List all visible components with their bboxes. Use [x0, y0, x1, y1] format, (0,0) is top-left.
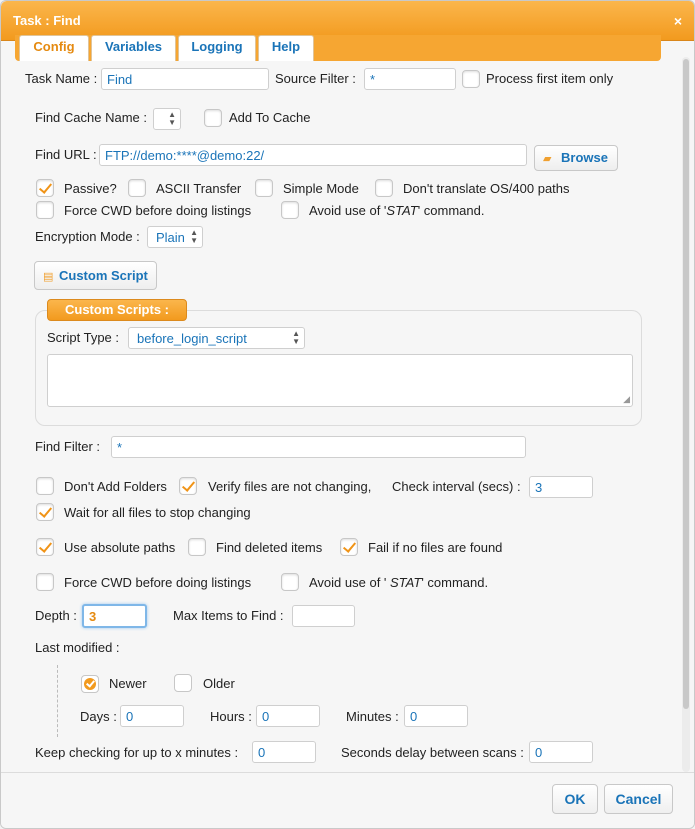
tab-config[interactable]: Config — [19, 35, 89, 61]
passive-label: Passive? — [64, 181, 117, 196]
dialog-title: Task : Find — [13, 13, 81, 28]
add-to-cache-label: Add To Cache — [229, 110, 311, 125]
tab-variables[interactable]: Variables — [91, 35, 176, 61]
older-radio[interactable] — [174, 674, 192, 692]
minutes-input[interactable]: 0 — [404, 705, 468, 727]
script-textarea[interactable]: ◢ — [47, 354, 633, 407]
passive-checkbox[interactable] — [36, 179, 54, 197]
custom-scripts-legend: Custom Scripts : — [47, 299, 187, 321]
find-url-label: Find URL : — [35, 147, 97, 162]
absolute-paths-checkbox[interactable] — [36, 538, 54, 556]
seconds-delay-label: Seconds delay between scans : — [341, 745, 524, 760]
browse-button[interactable]: ▰ Browse — [534, 145, 618, 171]
find-deleted-checkbox[interactable] — [188, 538, 206, 556]
ok-button[interactable]: OK — [552, 784, 598, 814]
ascii-checkbox[interactable] — [128, 179, 146, 197]
tab-logging[interactable]: Logging — [178, 35, 256, 61]
encryption-select[interactable]: Plain ▲ ▼ — [147, 226, 203, 248]
depth-label: Depth : — [35, 608, 77, 623]
process-first-label: Process first item only — [486, 71, 614, 86]
fail-no-files-label: Fail if no files are found — [368, 540, 503, 555]
max-items-label: Max Items to Find : — [173, 608, 284, 623]
cancel-button[interactable]: Cancel — [604, 784, 673, 814]
resize-grip-icon[interactable]: ◢ — [623, 394, 630, 405]
find-cache-select[interactable]: ▲ ▼ — [153, 108, 181, 130]
custom-script-button-label: Custom Script — [59, 268, 148, 283]
verify-files-label: Verify files are not changing, — [208, 479, 372, 494]
simple-mode-checkbox[interactable] — [255, 179, 273, 197]
find-filter-input[interactable]: * — [111, 436, 526, 458]
find-filter-label: Find Filter : — [35, 439, 101, 454]
task-name-input[interactable]: Find — [101, 68, 269, 90]
avoid-stat-2-checkbox[interactable] — [281, 573, 299, 591]
force-cwd-label: Force CWD before doing listings — [64, 203, 252, 218]
older-label: Older — [203, 676, 235, 691]
find-deleted-label: Find deleted items — [216, 540, 323, 555]
process-first-checkbox[interactable] — [462, 70, 480, 88]
find-task-dialog: Task : Find × Config Variables Logging H… — [0, 0, 695, 829]
script-type-select[interactable]: before_login_script ▲ ▼ — [128, 327, 305, 349]
add-to-cache-checkbox[interactable] — [204, 109, 222, 127]
dont-translate-label: Don't translate OS/400 paths — [403, 181, 570, 196]
source-filter-input[interactable]: * — [364, 68, 456, 90]
custom-script-button[interactable]: ▤ Custom Script — [34, 261, 157, 290]
depth-input[interactable]: 3 — [82, 604, 147, 628]
simple-mode-label: Simple Mode — [283, 181, 359, 196]
avoid-stat-checkbox[interactable] — [281, 201, 299, 219]
encryption-value: Plain — [156, 230, 185, 245]
browse-button-label: Browse — [561, 150, 608, 165]
avoid-stat-label: Avoid use of 'STAT' command. — [309, 203, 485, 218]
newer-label: Newer — [109, 676, 147, 691]
task-name-label: Task Name : — [25, 71, 98, 86]
absolute-paths-label: Use absolute paths — [64, 540, 176, 555]
days-input[interactable]: 0 — [120, 705, 184, 727]
force-cwd-checkbox[interactable] — [36, 201, 54, 219]
find-cache-label: Find Cache Name : — [35, 110, 147, 125]
updown-arrows-icon: ▲ ▼ — [168, 110, 176, 127]
ascii-label: ASCII Transfer — [156, 181, 242, 196]
updown-arrows-icon: ▲ ▼ — [292, 329, 300, 346]
folder-open-icon: ▰ — [543, 153, 552, 165]
keep-checking-input[interactable]: 0 — [252, 741, 316, 763]
keep-checking-label: Keep checking for up to x minutes : — [35, 745, 239, 760]
force-cwd-2-checkbox[interactable] — [36, 573, 54, 591]
wait-all-label: Wait for all files to stop changing — [64, 505, 251, 520]
max-items-input[interactable] — [292, 605, 355, 627]
source-filter-label: Source Filter : — [275, 71, 356, 86]
scrollbar-thumb[interactable] — [683, 59, 689, 709]
check-interval-label: Check interval (secs) : — [392, 479, 521, 494]
wait-all-checkbox[interactable] — [36, 503, 54, 521]
verify-files-checkbox[interactable] — [179, 477, 197, 495]
check-interval-input[interactable]: 3 — [529, 476, 593, 498]
encryption-label: Encryption Mode : — [35, 229, 140, 244]
seconds-delay-input[interactable]: 0 — [529, 741, 593, 763]
last-modified-guide — [57, 665, 58, 737]
days-label: Days : — [80, 709, 117, 724]
find-url-input[interactable]: FTP://demo:****@demo:22/ — [99, 144, 527, 166]
dont-translate-checkbox[interactable] — [375, 179, 393, 197]
fail-no-files-checkbox[interactable] — [340, 538, 358, 556]
script-icon: ▤ — [43, 271, 54, 283]
dont-add-folders-label: Don't Add Folders — [64, 479, 167, 494]
force-cwd-2-label: Force CWD before doing listings — [64, 575, 252, 590]
minutes-label: Minutes : — [346, 709, 399, 724]
hours-label: Hours : — [210, 709, 252, 724]
last-modified-label: Last modified : — [35, 640, 120, 655]
tab-help[interactable]: Help — [258, 35, 314, 61]
newer-radio[interactable] — [81, 675, 99, 693]
updown-arrows-icon: ▲ ▼ — [190, 228, 198, 245]
hours-input[interactable]: 0 — [256, 705, 320, 727]
script-type-label: Script Type : — [47, 330, 120, 345]
close-icon[interactable]: × — [674, 13, 682, 29]
dont-add-folders-checkbox[interactable] — [36, 477, 54, 495]
tab-bar: Config Variables Logging Help — [15, 35, 661, 61]
avoid-stat-2-label: Avoid use of ' STAT' command. — [309, 575, 489, 590]
script-type-value: before_login_script — [137, 331, 247, 346]
